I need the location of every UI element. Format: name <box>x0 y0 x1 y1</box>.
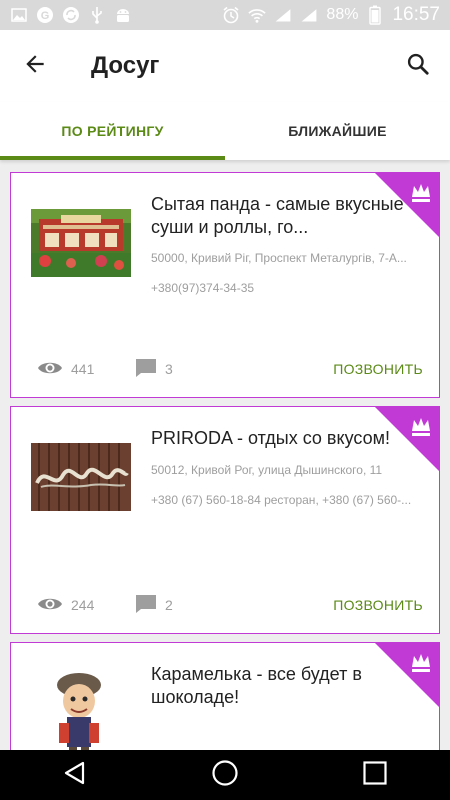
eye-icon <box>37 595 63 616</box>
home-circle-icon <box>210 758 240 793</box>
tab-by-rating[interactable]: ПО РЕЙТИНГУ <box>0 102 225 160</box>
comments-count: 2 <box>165 597 173 613</box>
place-thumbnail <box>31 663 131 750</box>
battery-percent: 88% <box>326 6 359 23</box>
status-time: 16:57 <box>392 4 440 25</box>
app-bar: Досуг <box>0 30 450 102</box>
signal-icon <box>300 6 318 24</box>
back-triangle-icon <box>61 759 89 792</box>
place-title: Карамелька - все будет в шоколаде! <box>151 664 362 707</box>
places-list[interactable]: Сытая панда - самые вкусные суши и роллы… <box>0 160 450 750</box>
views-count: 441 <box>71 361 95 377</box>
views-stat: 244 <box>37 595 135 616</box>
call-button[interactable]: ПОЗВОНИТЬ <box>333 597 423 613</box>
battery-icon <box>366 5 384 25</box>
usb-icon <box>88 6 106 24</box>
nav-back-button[interactable] <box>45 750 105 800</box>
recents-square-icon <box>361 759 389 792</box>
views-stat: 441 <box>37 359 135 380</box>
search-icon <box>405 51 431 82</box>
svg-text:G: G <box>41 10 50 22</box>
nav-home-button[interactable] <box>195 750 255 800</box>
arrow-left-icon <box>22 51 48 82</box>
eye-icon <box>37 359 63 380</box>
card-footer: 441 3 ПОЗВОНИТЬ <box>11 341 439 397</box>
place-title: PRIRODA - отдых со вкусом! <box>151 428 390 448</box>
signal-icon <box>274 6 292 24</box>
mail-icon: G <box>36 6 54 24</box>
comments-count: 3 <box>165 361 173 377</box>
nav-recents-button[interactable] <box>345 750 405 800</box>
comments-stat: 2 <box>135 594 173 617</box>
list-item[interactable]: PRIRODA - отдых со вкусом! 50012, Кривой… <box>10 406 440 634</box>
place-title: Сытая панда - самые вкусные суши и роллы… <box>151 194 404 237</box>
search-button[interactable] <box>390 36 446 96</box>
place-phone: +380 (67) 560-18-84 ресторан, +380 (67) … <box>151 493 412 507</box>
gallery-icon <box>10 6 28 24</box>
page-title: Досуг <box>91 52 160 79</box>
tab-nearest[interactable]: БЛИЖАЙШИЕ <box>225 102 450 160</box>
call-button[interactable]: ПОЗВОНИТЬ <box>333 361 423 377</box>
back-button[interactable] <box>5 36 65 96</box>
comment-icon <box>135 594 157 617</box>
system-nav-bar <box>0 750 450 800</box>
tab-bar: ПО РЕЙТИНГУ БЛИЖАЙШИЕ <box>0 102 450 160</box>
list-item[interactable]: Карамелька - все будет в шоколаде! <box>10 642 440 750</box>
android-icon <box>114 6 132 24</box>
comments-stat: 3 <box>135 358 173 381</box>
status-bar: G 88% 16:57 <box>0 0 450 30</box>
alarm-icon <box>222 6 240 24</box>
place-thumbnail <box>31 209 131 277</box>
place-address: 50000, Кривий Ріг, Проспект Металургів, … <box>151 251 407 265</box>
status-left-icons: G <box>10 6 132 24</box>
place-thumbnail <box>31 443 131 511</box>
status-right-icons: 88% 16:57 <box>222 4 440 26</box>
card-footer: 244 2 ПОЗВОНИТЬ <box>11 577 439 633</box>
comment-icon <box>135 358 157 381</box>
place-phone: +380(97)374-34-35 <box>151 281 255 295</box>
wifi-icon <box>248 6 267 24</box>
place-address: 50012, Кривой Рог, улица Дышинского, 11 <box>151 463 383 477</box>
views-count: 244 <box>71 597 95 613</box>
sync-icon <box>62 6 80 24</box>
list-item[interactable]: Сытая панда - самые вкусные суши и роллы… <box>10 172 440 398</box>
